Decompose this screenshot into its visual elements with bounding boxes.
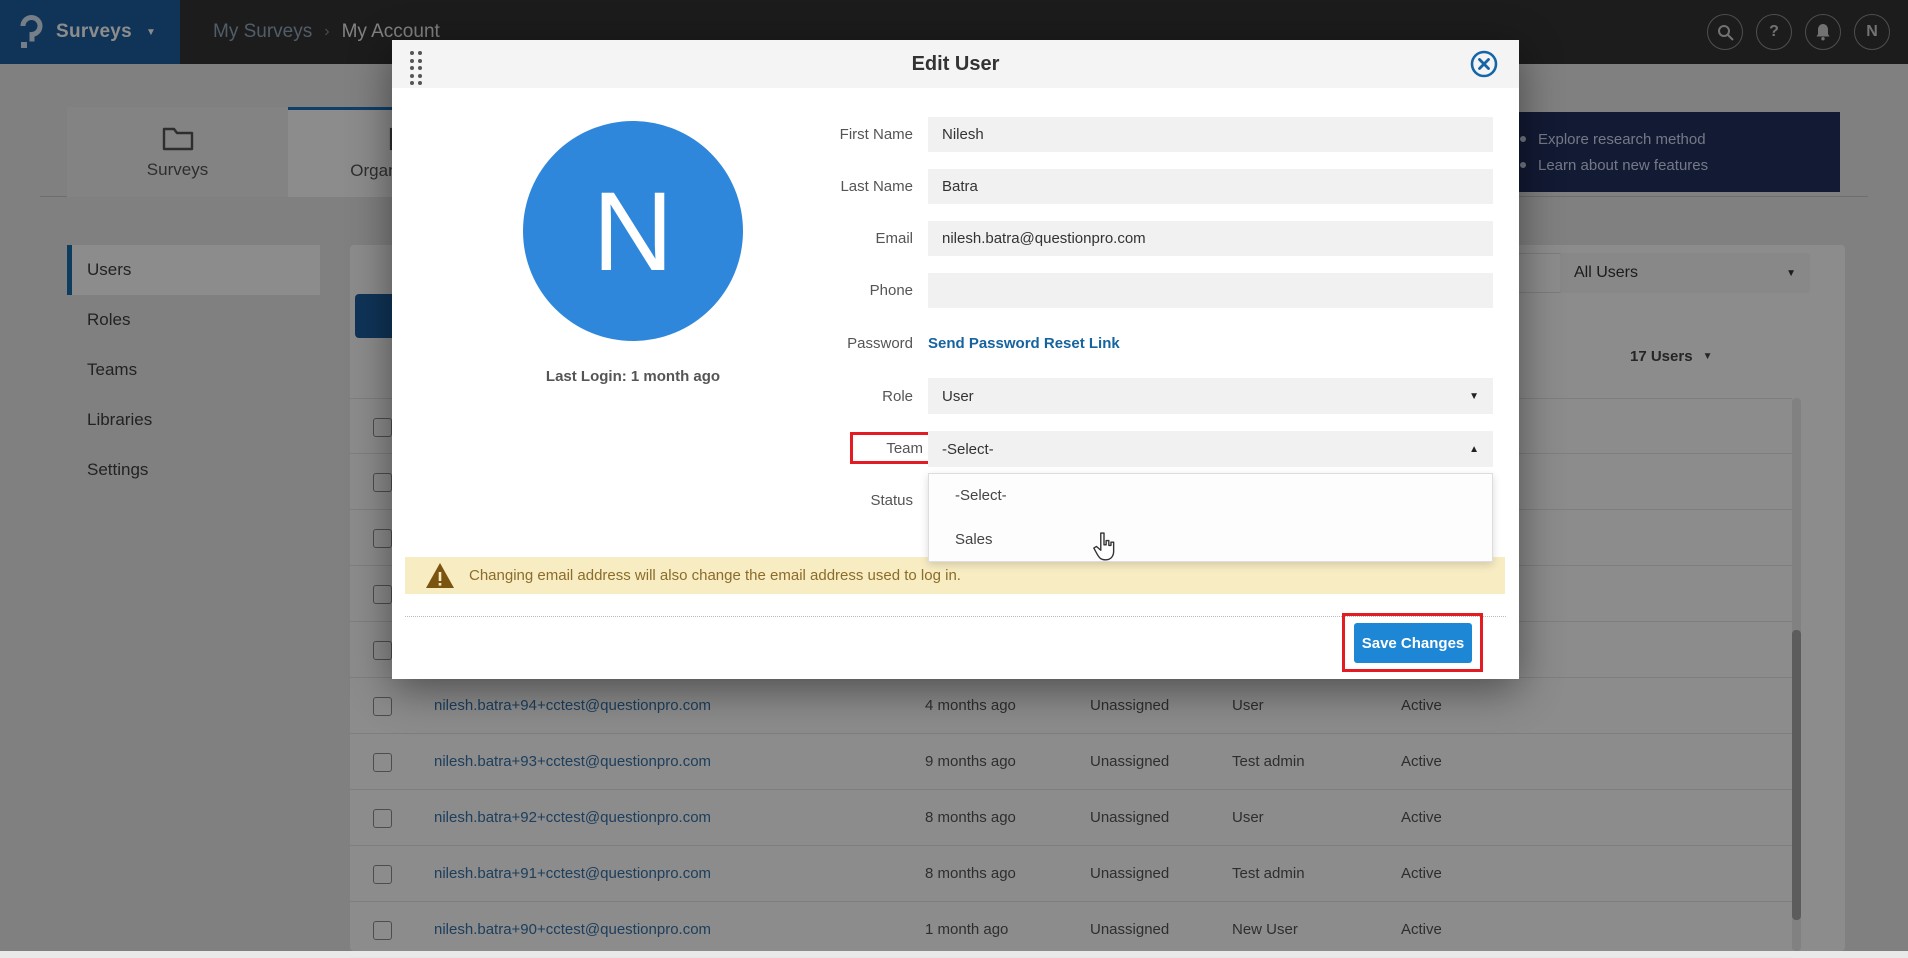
user-avatar: N xyxy=(523,121,743,341)
status-label: Status xyxy=(723,492,913,509)
drag-handle-icon[interactable] xyxy=(410,51,422,85)
first-name-label: First Name xyxy=(723,126,913,143)
team-label-annotation: Team xyxy=(850,432,932,464)
role-value: User xyxy=(942,388,974,405)
first-name-field[interactable] xyxy=(928,117,1493,152)
team-option-sales[interactable]: Sales xyxy=(929,518,1492,562)
warning-icon xyxy=(425,562,455,589)
team-select[interactable]: -Select- ▲ xyxy=(928,431,1493,467)
team-option-select[interactable]: -Select- xyxy=(929,474,1492,518)
close-button[interactable] xyxy=(1469,49,1499,79)
footer-divider xyxy=(405,616,1506,617)
role-label: Role xyxy=(723,388,913,405)
modal-title: Edit User xyxy=(392,40,1519,88)
close-icon xyxy=(1469,49,1499,79)
phone-label: Phone xyxy=(723,282,913,299)
save-changes-button[interactable]: Save Changes xyxy=(1354,623,1472,663)
last-name-label: Last Name xyxy=(723,178,913,195)
warning-text: Changing email address will also change … xyxy=(469,567,961,584)
last-login-text: Last Login: 1 month ago xyxy=(503,368,763,385)
role-select[interactable]: User ▼ xyxy=(928,378,1493,414)
team-label: Team xyxy=(886,440,923,457)
last-name-field[interactable] xyxy=(928,169,1493,204)
send-password-reset-link[interactable]: Send Password Reset Link xyxy=(928,335,1120,352)
chevron-up-icon: ▲ xyxy=(1469,444,1479,455)
password-label: Password xyxy=(723,335,913,352)
mouse-cursor-icon xyxy=(1092,532,1116,567)
team-value: -Select- xyxy=(942,441,994,458)
chevron-down-icon: ▼ xyxy=(1469,391,1479,402)
email-label: Email xyxy=(723,230,913,247)
edit-user-modal: Edit User N Last Login: 1 month ago Firs… xyxy=(392,40,1519,679)
modal-header: Edit User xyxy=(392,40,1519,88)
warning-banner: Changing email address will also change … xyxy=(405,557,1505,594)
phone-field[interactable] xyxy=(928,273,1493,308)
team-dropdown-menu: -Select- Sales xyxy=(928,473,1493,562)
avatar-initial: N xyxy=(593,167,674,296)
email-field[interactable] xyxy=(928,221,1493,256)
